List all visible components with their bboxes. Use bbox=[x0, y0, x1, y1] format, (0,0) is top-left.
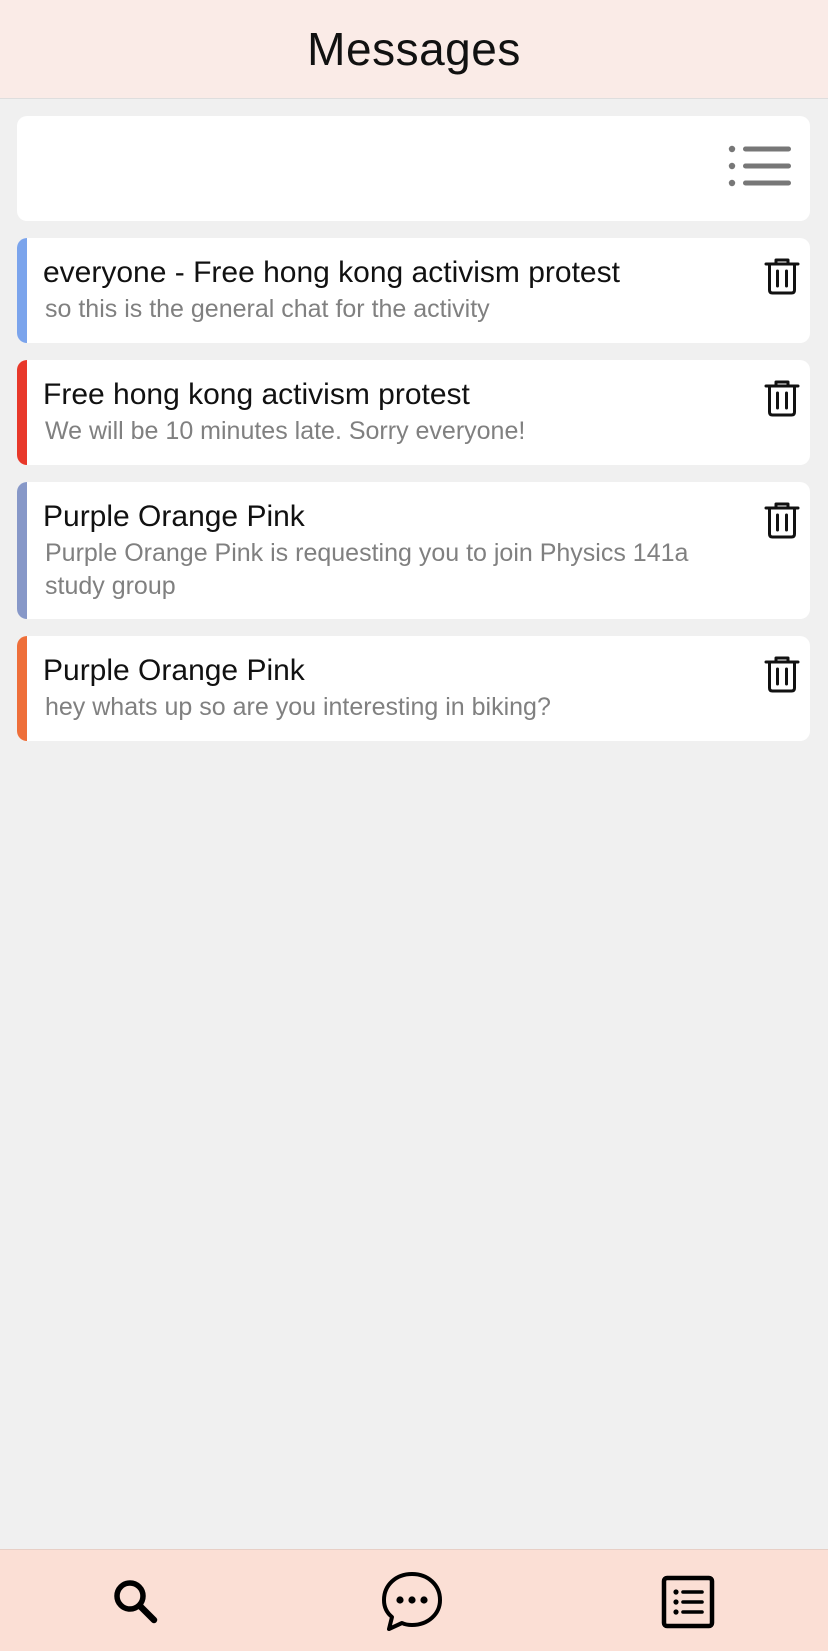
page-title: Messages bbox=[307, 23, 521, 75]
message-title: Purple Orange Pink bbox=[43, 654, 305, 687]
app-header: Messages bbox=[0, 0, 828, 99]
message-item[interactable]: Free hong kong activism protest We will … bbox=[17, 360, 810, 465]
list-filter-button[interactable] bbox=[728, 144, 794, 194]
delete-button[interactable] bbox=[762, 654, 802, 694]
message-list: everyone - Free hong kong activism prote… bbox=[17, 238, 810, 758]
message-preview: We will be 10 minutes late. Sorry everyo… bbox=[45, 417, 526, 445]
message-title: Free hong kong activism protest bbox=[43, 378, 470, 411]
nav-messages-button[interactable] bbox=[380, 1570, 444, 1634]
trash-icon bbox=[764, 656, 800, 693]
nav-search-button[interactable] bbox=[104, 1570, 168, 1634]
delete-button[interactable] bbox=[762, 500, 802, 540]
messages-screen: Messages everyone - Free hong kong activ… bbox=[0, 0, 828, 1651]
chat-bubble-icon bbox=[382, 1572, 442, 1631]
message-title: everyone - Free hong kong activism prote… bbox=[43, 256, 620, 289]
filter-bar bbox=[17, 116, 810, 221]
list-icon bbox=[661, 1575, 715, 1629]
message-preview: hey whats up so are you interesting in b… bbox=[45, 693, 551, 721]
trash-icon bbox=[764, 502, 800, 539]
list-filter-icon bbox=[728, 145, 791, 187]
message-item[interactable]: Purple Orange Pink Purple Orange Pink is… bbox=[17, 482, 810, 619]
message-color-bar bbox=[17, 360, 27, 465]
message-preview: so this is the general chat for the acti… bbox=[45, 295, 490, 323]
message-color-bar bbox=[17, 238, 27, 343]
message-preview: Purple Orange Pink is requesting you to … bbox=[45, 539, 689, 600]
message-title: Purple Orange Pink bbox=[43, 500, 305, 533]
trash-icon bbox=[764, 380, 800, 417]
delete-button[interactable] bbox=[762, 378, 802, 418]
delete-button[interactable] bbox=[762, 256, 802, 296]
trash-icon bbox=[764, 258, 800, 295]
message-color-bar bbox=[17, 482, 27, 619]
message-item[interactable]: everyone - Free hong kong activism prote… bbox=[17, 238, 810, 343]
message-color-bar bbox=[17, 636, 27, 741]
message-item[interactable]: Purple Orange Pink hey whats up so are y… bbox=[17, 636, 810, 741]
search-icon bbox=[114, 1580, 158, 1624]
bottom-navigation bbox=[0, 1549, 828, 1651]
nav-list-button[interactable] bbox=[656, 1570, 720, 1634]
